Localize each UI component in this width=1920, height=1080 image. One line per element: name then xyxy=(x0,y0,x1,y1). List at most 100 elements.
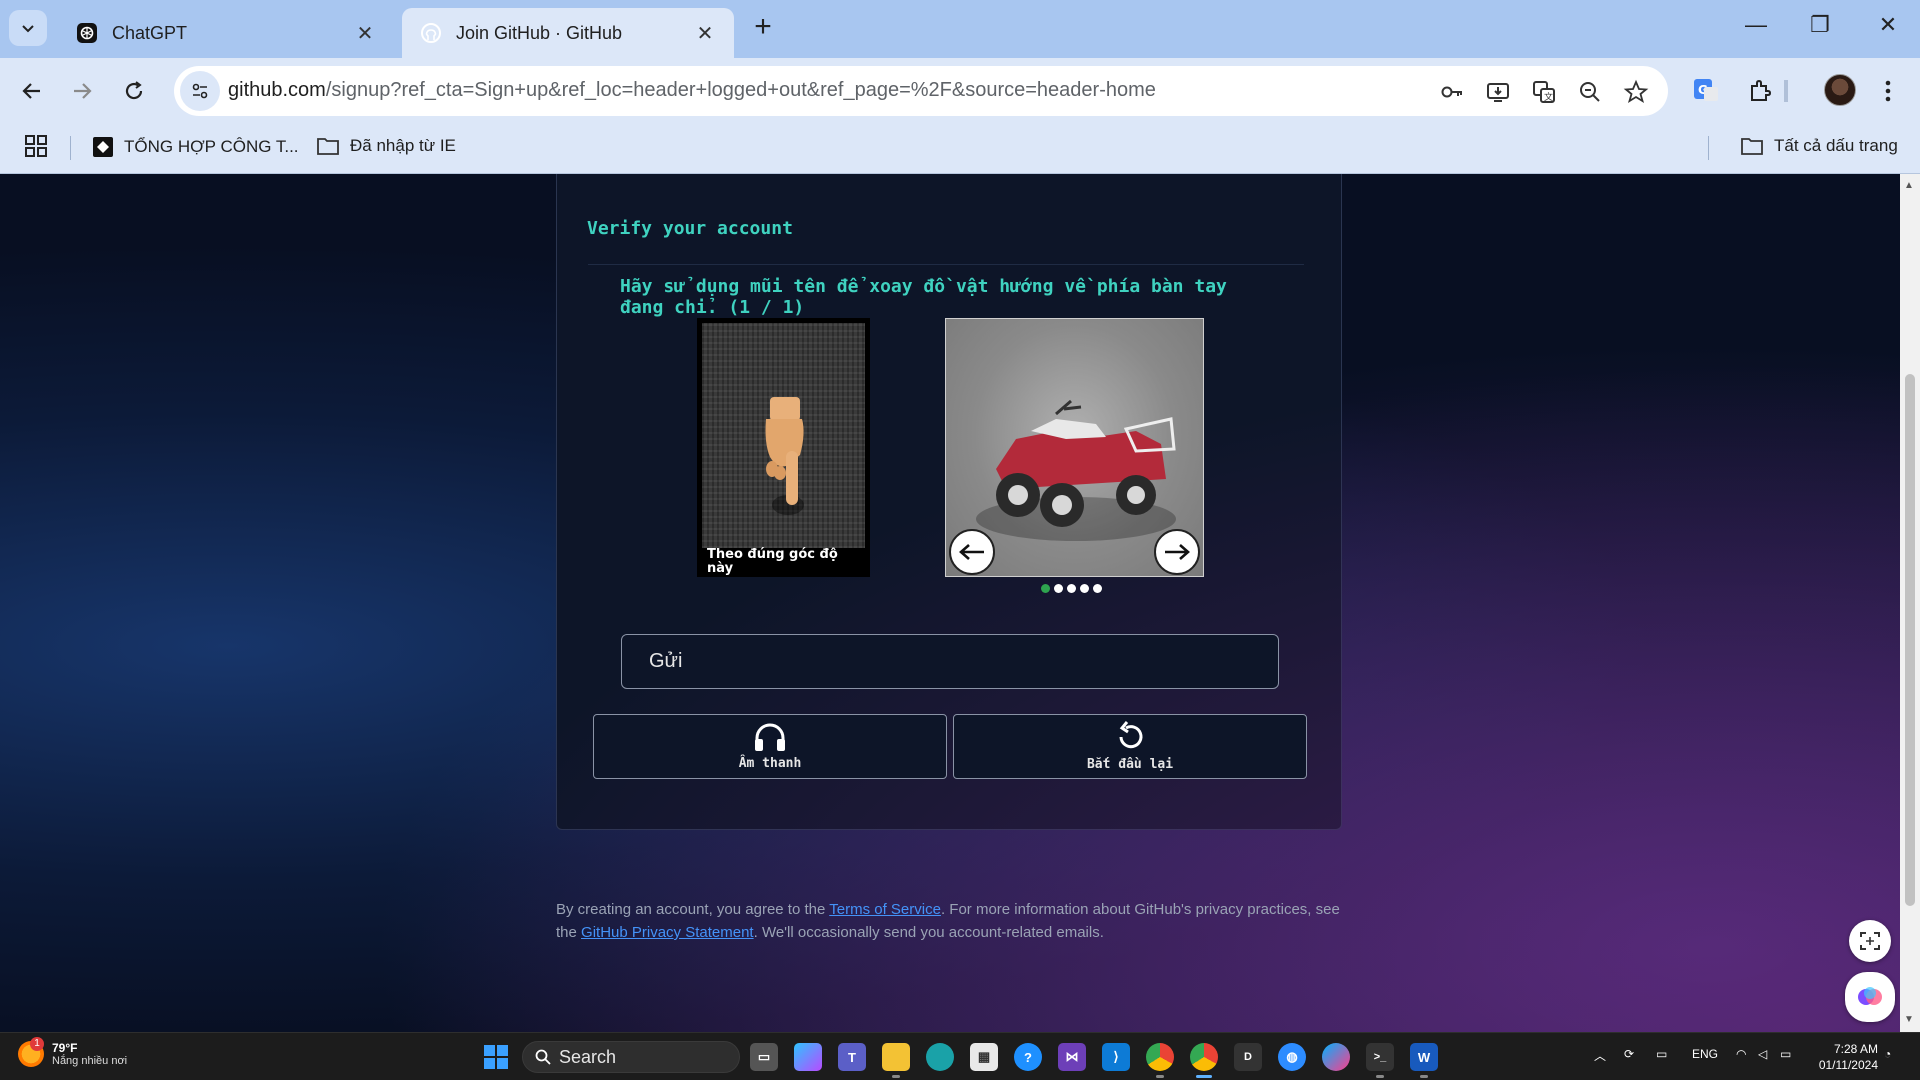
search-label: Search xyxy=(559,1046,617,1067)
file-explorer-icon[interactable] xyxy=(882,1043,910,1078)
terminal-icon[interactable]: >_ xyxy=(1366,1043,1394,1078)
tab-title: Join GitHub · GitHub xyxy=(456,22,623,43)
copilot-icon[interactable] xyxy=(794,1043,822,1071)
clock-date: 01/11/2024 xyxy=(1818,1058,1878,1072)
apps-grid-icon[interactable] xyxy=(24,134,48,158)
chevron-down-icon xyxy=(22,25,34,33)
svg-text:文: 文 xyxy=(1544,91,1553,103)
rotate-right-button[interactable] xyxy=(1154,529,1200,575)
notification-badge: 1 xyxy=(30,1037,44,1051)
site-info-icon[interactable] xyxy=(180,71,220,111)
bookmark-divider xyxy=(1708,136,1709,160)
reload-button[interactable] xyxy=(118,75,150,107)
windows-start-icon[interactable] xyxy=(484,1045,508,1069)
tab-join-github[interactable]: Join GitHub · GitHub ✕ xyxy=(402,8,734,58)
close-window-button[interactable]: ✕ xyxy=(1868,12,1908,38)
globe-icon[interactable]: ◍ xyxy=(1278,1043,1306,1071)
submit-button[interactable]: Gửi xyxy=(621,634,1279,689)
visual-studio-icon[interactable]: ⋈ xyxy=(1058,1043,1086,1071)
store-icon[interactable]: ▦ xyxy=(970,1043,998,1071)
weather-widget[interactable]: 1 79°F Nắng nhiều nơi xyxy=(18,1037,128,1067)
restore-button[interactable]: ❐ xyxy=(1800,12,1840,38)
help-icon[interactable]: ? xyxy=(1014,1043,1042,1071)
arrow-right-icon xyxy=(1165,544,1190,560)
arrow-right-icon xyxy=(74,83,92,99)
page-scrollbar[interactable]: ▲ ▼ xyxy=(1900,174,1920,1032)
bookmark-item[interactable]: TỔNG HỢP CÔNG T... xyxy=(92,136,299,158)
legal-notice: By creating an account, you agree to the… xyxy=(556,898,1356,944)
zoom-icon[interactable] xyxy=(1576,78,1604,106)
restart-button[interactable]: Bắt đầu lại xyxy=(953,714,1307,779)
chrome-icon[interactable] xyxy=(1146,1043,1174,1078)
sync-icon[interactable]: ⟳ xyxy=(1624,1047,1634,1061)
legal-text: . We'll occasionally send you account-re… xyxy=(753,924,1104,941)
back-button[interactable] xyxy=(16,75,48,107)
new-tab-button[interactable]: + xyxy=(748,12,778,42)
extensions-icon[interactable] xyxy=(1744,75,1776,107)
translate-icon[interactable]: 文 xyxy=(1530,78,1558,106)
captcha-progress: (1 / 1) xyxy=(728,297,805,318)
star-icon[interactable] xyxy=(1622,78,1650,106)
toolbar-divider xyxy=(1784,80,1788,102)
battery-icon[interactable]: ▭ xyxy=(1780,1047,1791,1061)
url-path: /signup?ref_cta=Sign+up&ref_loc=header+l… xyxy=(325,79,1156,101)
terms-link[interactable]: Terms of Service xyxy=(829,901,941,918)
dot-indicator xyxy=(1093,584,1102,593)
address-bar[interactable]: github.com/signup?ref_cta=Sign+up&ref_lo… xyxy=(174,66,1668,116)
chevron-up-icon[interactable]: ︿ xyxy=(1594,1047,1606,1064)
dot-indicator xyxy=(1041,584,1050,593)
key-icon[interactable] xyxy=(1438,78,1466,106)
bookmark-label: Tất cả dấu trang xyxy=(1774,136,1898,155)
folder-icon xyxy=(316,136,340,156)
verify-title: Verify your account xyxy=(587,218,793,239)
volume-icon[interactable]: ◁ xyxy=(1758,1047,1767,1061)
rotate-left-button[interactable] xyxy=(949,529,995,575)
url-text[interactable]: github.com/signup?ref_cta=Sign+up&ref_lo… xyxy=(228,79,1156,102)
reload-icon xyxy=(125,81,143,100)
minimize-button[interactable]: — xyxy=(1736,12,1776,38)
chrome-profile-icon[interactable] xyxy=(1190,1043,1218,1078)
taskbar-search[interactable]: Search xyxy=(522,1041,740,1073)
scroll-down-icon[interactable]: ▼ xyxy=(1904,1014,1914,1025)
all-bookmarks-folder[interactable]: Tất cả dấu trang xyxy=(1740,136,1898,156)
install-app-icon[interactable] xyxy=(1484,78,1512,106)
teams-icon[interactable]: T xyxy=(838,1043,866,1071)
bookmark-label: Đã nhập từ IE xyxy=(350,136,456,155)
folder-icon xyxy=(1740,136,1764,156)
edge-icon[interactable] xyxy=(926,1043,954,1071)
pointing-hand-icon xyxy=(765,397,804,515)
task-view-icon[interactable]: ▭ xyxy=(750,1043,778,1071)
wifi-icon[interactable]: ◠ xyxy=(1736,1047,1746,1061)
forward-button[interactable] xyxy=(66,75,98,107)
audio-button[interactable]: Âm thanh xyxy=(593,714,947,779)
taskbar: 1 79°F Nắng nhiều nơi Search ▭ T ▦ ? ⋈ ⟩… xyxy=(0,1032,1920,1080)
language-indicator[interactable]: ENG xyxy=(1692,1047,1718,1061)
clock[interactable]: 7:28 AM 01/11/2024 xyxy=(1808,1041,1878,1073)
instruction-text: Hãy sử dụng mũi tên để xoay đồ vật hướng… xyxy=(620,276,1227,318)
tab-search-button[interactable] xyxy=(9,10,47,46)
dot-indicator xyxy=(1054,584,1063,593)
ai-assistant-icon[interactable] xyxy=(1845,972,1895,1022)
restart-label: Bắt đầu lại xyxy=(1086,757,1174,772)
kebab-menu-icon[interactable] xyxy=(1872,75,1904,107)
scroll-thumb[interactable] xyxy=(1905,374,1915,906)
screen-capture-icon[interactable] xyxy=(1849,920,1891,962)
audio-label: Âm thanh xyxy=(738,756,802,771)
notification-bell-icon[interactable]: ◔ xyxy=(1884,1047,1891,1061)
vscode-icon[interactable]: ⟩ xyxy=(1102,1043,1130,1071)
bookmark-folder[interactable]: Đã nhập từ IE xyxy=(316,136,456,156)
close-icon[interactable]: ✕ xyxy=(694,21,716,46)
dictionary-icon[interactable]: D xyxy=(1234,1043,1262,1071)
scroll-up-icon[interactable]: ▲ xyxy=(1904,180,1914,191)
word-icon[interactable]: W xyxy=(1410,1043,1438,1078)
display-icon[interactable]: ▭ xyxy=(1656,1047,1667,1061)
privacy-link[interactable]: GitHub Privacy Statement xyxy=(581,924,754,941)
close-icon[interactable]: ✕ xyxy=(354,21,376,46)
profile-avatar[interactable] xyxy=(1824,74,1856,106)
sun-icon: 1 xyxy=(18,1037,44,1067)
weather-desc: Nắng nhiều nơi xyxy=(52,1055,128,1067)
tab-chatgpt[interactable]: ChatGPT ✕ xyxy=(58,8,394,58)
dot-indicator xyxy=(1080,584,1089,593)
google-translate-extension-icon[interactable]: G xyxy=(1690,75,1722,107)
messenger-icon[interactable] xyxy=(1322,1043,1350,1071)
